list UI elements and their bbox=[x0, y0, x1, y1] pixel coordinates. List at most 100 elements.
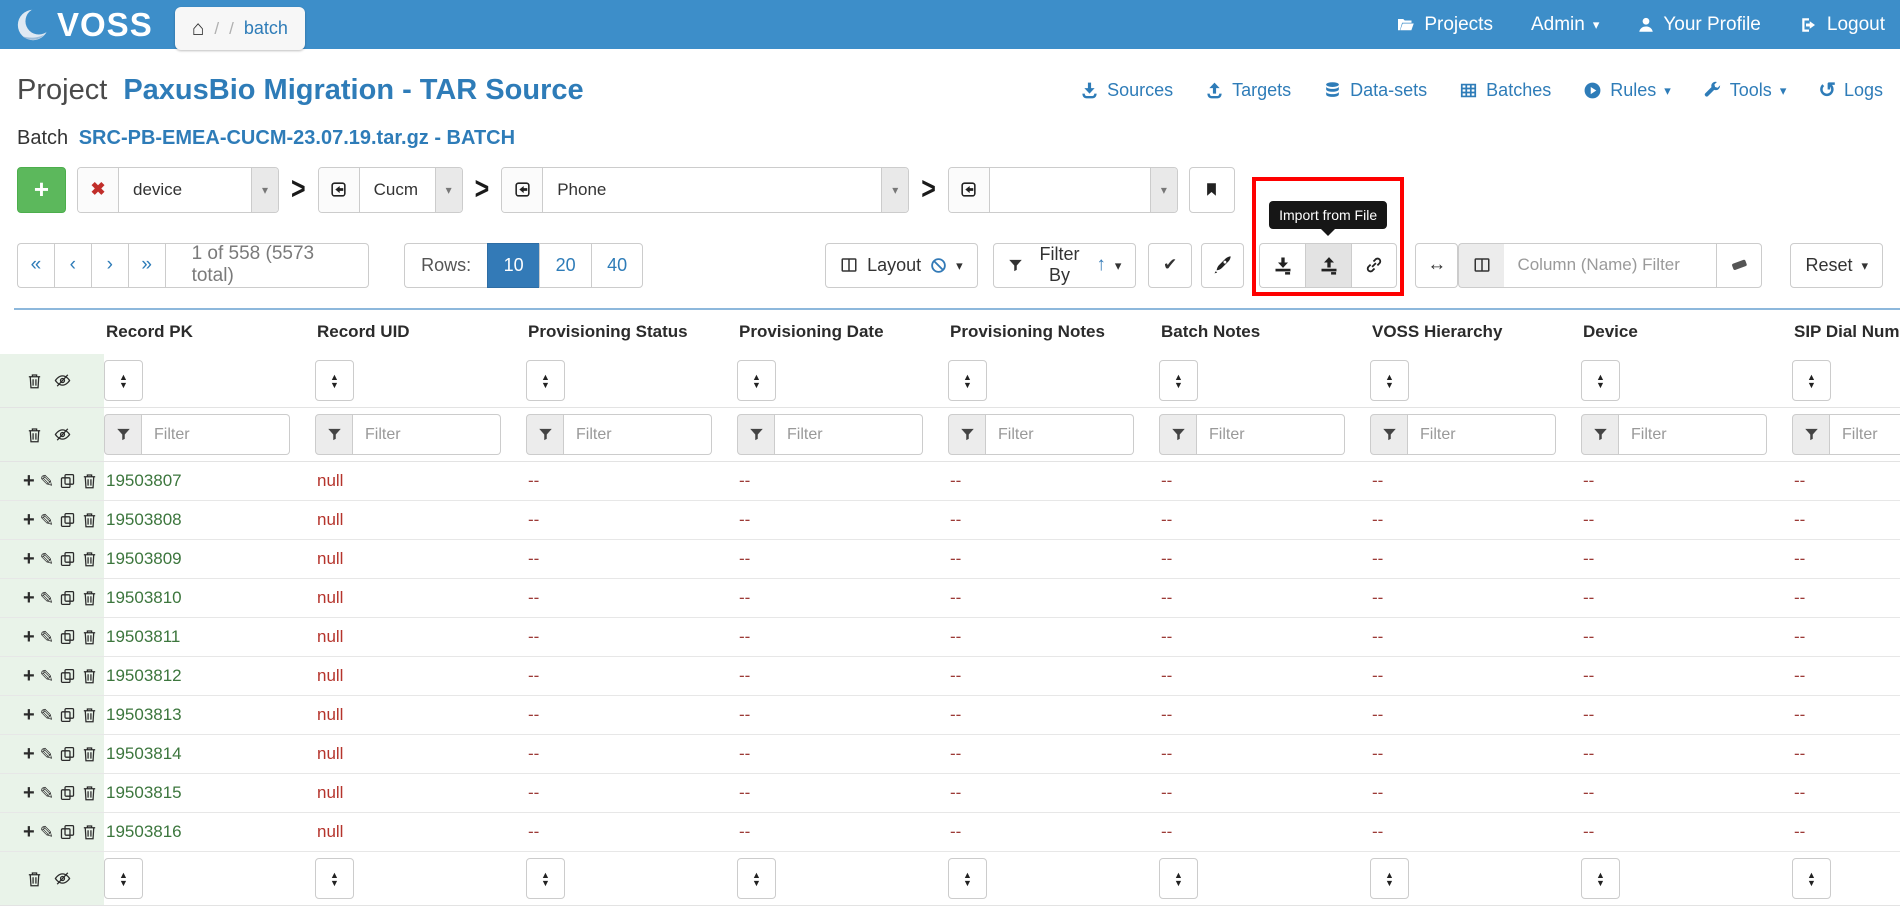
export-to-file-button[interactable] bbox=[1259, 243, 1305, 288]
tab-tools[interactable]: Tools ▾ bbox=[1703, 80, 1787, 101]
filter-funnel-button[interactable] bbox=[737, 414, 775, 455]
record-pk-cell[interactable]: 19503811 bbox=[104, 618, 315, 657]
column-filter-input[interactable] bbox=[775, 414, 923, 455]
next-page-button[interactable]: › bbox=[91, 243, 128, 288]
rows-40-button[interactable]: 40 bbox=[591, 243, 643, 288]
column-header[interactable]: Provisioning Date bbox=[737, 310, 948, 354]
edit-pencil-icon[interactable]: ✎ bbox=[40, 512, 54, 529]
column-filter-input[interactable] bbox=[564, 414, 712, 455]
sort-column-button[interactable]: ▲▼ bbox=[1159, 360, 1198, 401]
sort-column-button[interactable]: ▲▼ bbox=[315, 360, 354, 401]
sort-column-button[interactable]: ▲▼ bbox=[315, 858, 354, 899]
delete-icon[interactable] bbox=[26, 870, 43, 888]
copy-icon[interactable] bbox=[59, 667, 76, 685]
import-arrow-icon[interactable] bbox=[502, 168, 543, 212]
sort-column-button[interactable]: ▲▼ bbox=[948, 360, 987, 401]
sort-column-button[interactable]: ▲▼ bbox=[104, 858, 143, 899]
delete-icon[interactable] bbox=[81, 550, 98, 568]
copy-icon[interactable] bbox=[59, 511, 76, 529]
eye-slash-icon[interactable] bbox=[52, 870, 73, 887]
tab-logs[interactable]: ↺ Logs bbox=[1818, 80, 1883, 101]
filter-funnel-button[interactable] bbox=[315, 414, 353, 455]
layout-dropdown-button[interactable]: Layout ▾ bbox=[825, 243, 978, 288]
column-header[interactable]: VOSS Hierarchy bbox=[1370, 310, 1581, 354]
tab-rules[interactable]: Rules ▾ bbox=[1583, 80, 1671, 101]
add-row-icon[interactable]: + bbox=[23, 744, 35, 764]
add-row-icon[interactable]: + bbox=[23, 471, 35, 491]
edit-pencil-icon[interactable]: ✎ bbox=[40, 473, 54, 490]
add-row-icon[interactable]: + bbox=[23, 627, 35, 647]
batch-name-link[interactable]: SRC-PB-EMEA-CUCM-23.07.19.tar.gz - BATCH bbox=[79, 127, 515, 149]
copy-icon[interactable] bbox=[59, 784, 76, 802]
column-header[interactable]: Record PK bbox=[104, 310, 315, 354]
column-header[interactable]: Record UID bbox=[315, 310, 526, 354]
record-pk-cell[interactable]: 19503813 bbox=[104, 696, 315, 735]
nav-your-profile[interactable]: Your Profile bbox=[1637, 14, 1761, 36]
record-pk-cell[interactable]: 19503810 bbox=[104, 579, 315, 618]
add-row-icon[interactable]: + bbox=[23, 510, 35, 530]
tab-targets[interactable]: Targets bbox=[1205, 80, 1291, 101]
edit-pencil-icon[interactable]: ✎ bbox=[40, 824, 54, 841]
copy-icon[interactable] bbox=[59, 745, 76, 763]
delete-icon[interactable] bbox=[81, 784, 98, 802]
add-row-icon[interactable]: + bbox=[23, 588, 35, 608]
delete-icon[interactable] bbox=[81, 589, 98, 607]
nav-projects[interactable]: Projects bbox=[1395, 14, 1493, 36]
last-page-button[interactable]: » bbox=[128, 243, 165, 288]
column-header[interactable]: Batch Notes bbox=[1159, 310, 1370, 354]
edit-pencil-icon[interactable]: ✎ bbox=[40, 668, 54, 685]
record-pk-cell[interactable]: 19503812 bbox=[104, 657, 315, 696]
column-filter-input[interactable] bbox=[1197, 414, 1345, 455]
bookmark-button[interactable] bbox=[1189, 167, 1235, 213]
record-pk-cell[interactable]: 19503809 bbox=[104, 540, 315, 579]
record-pk-cell[interactable]: 19503814 bbox=[104, 735, 315, 774]
rows-20-button[interactable]: 20 bbox=[539, 243, 591, 288]
add-row-icon[interactable]: + bbox=[23, 549, 35, 569]
filter-funnel-button[interactable] bbox=[948, 414, 986, 455]
sort-column-button[interactable]: ▲▼ bbox=[526, 858, 565, 899]
record-pk-cell[interactable]: 19503815 bbox=[104, 774, 315, 813]
edit-pencil-icon[interactable]: ✎ bbox=[40, 551, 54, 568]
device-select[interactable]: device ▾ bbox=[119, 168, 278, 212]
add-row-icon[interactable]: + bbox=[23, 705, 35, 725]
copy-icon[interactable] bbox=[59, 472, 76, 490]
delete-icon[interactable] bbox=[81, 745, 98, 763]
edit-pencil-icon[interactable]: ✎ bbox=[40, 629, 54, 646]
filter-funnel-button[interactable] bbox=[104, 414, 142, 455]
import-from-file-button[interactable] bbox=[1305, 243, 1351, 288]
clear-filter-button[interactable] bbox=[1716, 243, 1762, 288]
sort-column-button[interactable]: ▲▼ bbox=[1159, 858, 1198, 899]
remove-filter-button[interactable]: ✖ bbox=[78, 168, 119, 212]
rows-10-button[interactable]: 10 bbox=[487, 243, 539, 288]
column-header[interactable]: Device bbox=[1581, 310, 1792, 354]
record-pk-cell[interactable]: 19503808 bbox=[104, 501, 315, 540]
copy-icon[interactable] bbox=[59, 550, 76, 568]
reset-dropdown-button[interactable]: Reset ▾ bbox=[1790, 243, 1883, 288]
nav-logout[interactable]: Logout bbox=[1799, 14, 1885, 36]
breadcrumb-current[interactable]: batch bbox=[244, 18, 288, 39]
record-pk-cell[interactable]: 19503807 bbox=[104, 462, 315, 501]
home-icon[interactable]: ⌂ bbox=[192, 18, 205, 39]
copy-icon[interactable] bbox=[59, 823, 76, 841]
apply-check-button[interactable]: ✔ bbox=[1148, 243, 1191, 288]
phone-select[interactable]: Phone ▾ bbox=[543, 168, 908, 212]
first-page-button[interactable]: « bbox=[17, 243, 54, 288]
delete-icon[interactable] bbox=[81, 511, 98, 529]
empty-select[interactable]: ▾ bbox=[990, 168, 1177, 212]
delete-icon[interactable] bbox=[81, 628, 98, 646]
tab-datasets[interactable]: Data-sets bbox=[1323, 80, 1427, 101]
add-row-icon[interactable]: + bbox=[23, 666, 35, 686]
edit-pencil-icon[interactable]: ✎ bbox=[40, 707, 54, 724]
import-arrow-icon[interactable] bbox=[949, 168, 990, 212]
filter-funnel-button[interactable] bbox=[1581, 414, 1619, 455]
filter-by-dropdown-button[interactable]: Filter By ↑ ▾ bbox=[993, 243, 1137, 288]
sort-column-button[interactable]: ▲▼ bbox=[1370, 360, 1409, 401]
sort-column-button[interactable]: ▲▼ bbox=[1581, 360, 1620, 401]
eye-slash-icon[interactable] bbox=[52, 372, 73, 389]
delete-icon[interactable] bbox=[81, 823, 98, 841]
filter-funnel-button[interactable] bbox=[526, 414, 564, 455]
column-header[interactable]: Provisioning Notes bbox=[948, 310, 1159, 354]
import-arrow-icon[interactable] bbox=[319, 168, 360, 212]
add-row-icon[interactable]: + bbox=[23, 783, 35, 803]
sort-column-button[interactable]: ▲▼ bbox=[104, 360, 143, 401]
